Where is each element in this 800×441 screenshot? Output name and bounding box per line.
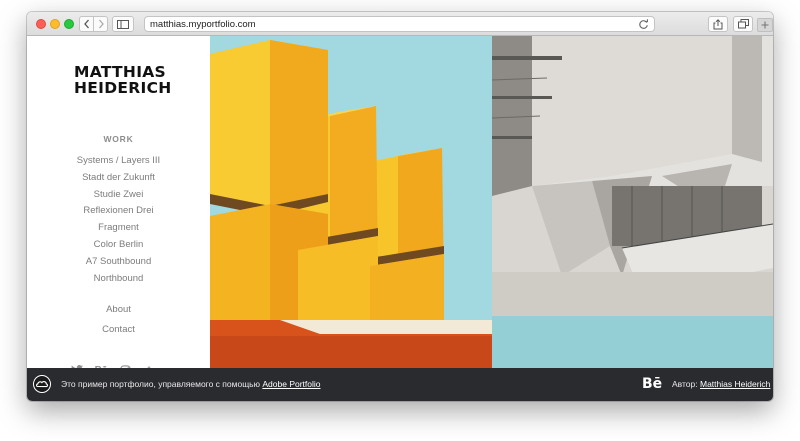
- behance-icon[interactable]: Bē: [642, 376, 662, 392]
- nav-contact-link[interactable]: Contact: [27, 324, 210, 335]
- tabs-icon: [737, 19, 749, 29]
- new-tab-button[interactable]: [757, 18, 773, 32]
- author-link[interactable]: Matthias Heiderich: [700, 379, 770, 389]
- promo-text: Это пример портфолио, управляемого с пом…: [61, 379, 321, 389]
- project-thumbnail-2[interactable]: [492, 36, 773, 368]
- sidebar-icon: [117, 19, 129, 29]
- nav-item-reflexionen-drei[interactable]: Reflexionen Drei: [27, 203, 210, 220]
- nav-item-stadt-der-zukunft[interactable]: Stadt der Zukunft: [27, 170, 210, 187]
- close-window-button[interactable]: [36, 19, 46, 29]
- nav-heading-work[interactable]: WORK: [27, 134, 210, 144]
- adobe-portfolio-link[interactable]: Adobe Portfolio: [262, 379, 320, 389]
- address-bar[interactable]: matthias.myportfolio.com: [144, 16, 655, 32]
- project-thumbnail-1[interactable]: [210, 36, 492, 368]
- project-2-image: [492, 36, 773, 368]
- chevron-right-icon: [98, 19, 104, 29]
- portfolio-page: MATTHIAS HEIDERICH WORK Systems / Layers…: [27, 36, 773, 401]
- forward-button[interactable]: [93, 16, 108, 32]
- minimize-window-button[interactable]: [50, 19, 60, 29]
- plus-icon: [761, 21, 769, 29]
- creative-cloud-icon[interactable]: [33, 375, 51, 393]
- back-button[interactable]: [79, 16, 94, 32]
- logo-line-2: HEIDERICH: [74, 79, 172, 97]
- nav-item-a7-southbound[interactable]: A7 Southbound: [27, 254, 210, 271]
- nav-item-color-berlin[interactable]: Color Berlin: [27, 237, 210, 254]
- nav-item-studie-zwei[interactable]: Studie Zwei: [27, 187, 210, 204]
- browser-window: matthias.myportfolio.com MATTHIAS HEIDER…: [27, 12, 773, 401]
- share-button[interactable]: [708, 16, 728, 32]
- author-label: Автор:: [672, 379, 698, 389]
- project-1-image: [210, 36, 492, 368]
- logo-line-1: MATTHIAS: [74, 63, 167, 81]
- nav-item-northbound[interactable]: Northbound: [27, 271, 210, 288]
- nav-item-fragment[interactable]: Fragment: [27, 220, 210, 237]
- adobe-portfolio-bar: Это пример портфолио, управляемого с пом…: [27, 368, 773, 401]
- show-tabs-button[interactable]: [733, 16, 753, 32]
- share-icon: [713, 18, 723, 29]
- browser-toolbar: matthias.myportfolio.com: [27, 12, 773, 36]
- nav-about-link[interactable]: About: [27, 304, 210, 315]
- url-text: matthias.myportfolio.com: [150, 19, 256, 30]
- chevron-left-icon: [83, 19, 89, 29]
- project-nav: Systems / Layers III Stadt der Zukunft S…: [27, 153, 210, 287]
- site-logo[interactable]: MATTHIAS HEIDERICH: [74, 64, 204, 96]
- reload-icon[interactable]: [638, 19, 649, 30]
- portfolio-sidebar: MATTHIAS HEIDERICH WORK Systems / Layers…: [27, 36, 210, 376]
- promo-message: Это пример портфолио, управляемого с пом…: [61, 379, 260, 389]
- nav-item-systems-layers[interactable]: Systems / Layers III: [27, 153, 210, 170]
- maximize-window-button[interactable]: [64, 19, 74, 29]
- author-credit: Автор: Matthias Heiderich: [672, 379, 770, 389]
- sidebar-toggle-button[interactable]: [112, 16, 134, 32]
